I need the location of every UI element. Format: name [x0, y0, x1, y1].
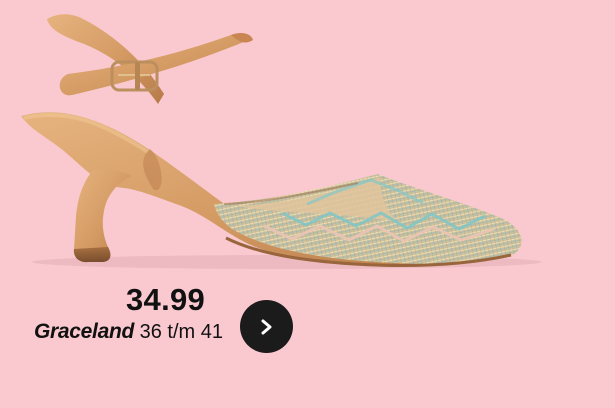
- product-image: [21, 14, 542, 269]
- product-price: 34.99: [126, 282, 206, 317]
- product-info: Graceland 36 t/m 41: [34, 318, 223, 346]
- size-range: 36 t/m 41: [139, 321, 223, 343]
- brand-name: Graceland: [34, 320, 135, 343]
- chevron-right-icon: [261, 319, 271, 334]
- heel-strap: [47, 14, 253, 104]
- product-promo-card: 34.99 Graceland 36 t/m 41: [0, 0, 615, 408]
- next-button[interactable]: [240, 300, 293, 353]
